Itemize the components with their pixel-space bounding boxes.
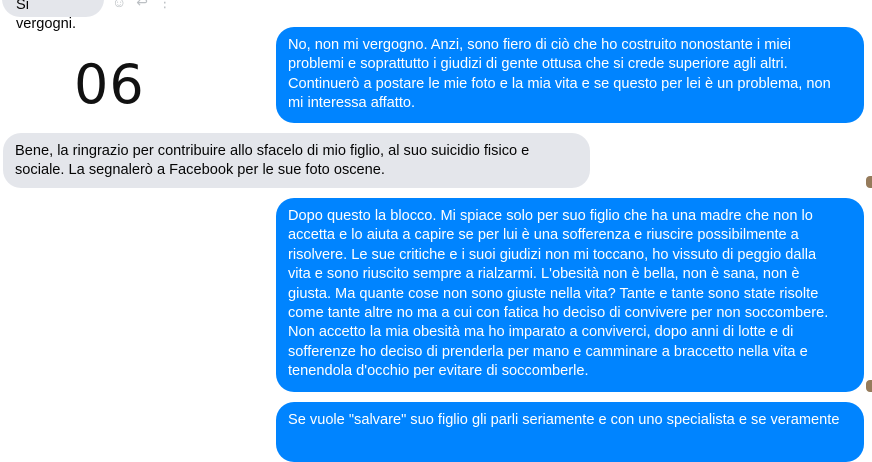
reply-arrow-icon[interactable]: ↩	[136, 0, 148, 11]
message-actions: ☺ ↩ ⋮	[112, 0, 178, 11]
message-line: Se vuole "salvare" suo figlio gli parli …	[288, 412, 840, 428]
message-line: tenendola d'occhio per evitare di soccom…	[288, 363, 589, 380]
message-line: accetta e lo aiuta a capire se per lui è…	[288, 227, 799, 244]
smiley-icon[interactable]: ☺	[112, 0, 126, 10]
outgoing-message-2[interactable]: Dopo questo la blocco. Mi spiace solo pe…	[276, 198, 864, 392]
message-line: Dopo questo la blocco. Mi spiace solo pe…	[288, 208, 813, 224]
incoming-message-2[interactable]: Bene, la ringrazio per contribuire allo …	[3, 133, 590, 188]
message-line: come tante altre no ma a cui con fatica …	[288, 305, 829, 322]
message-text: Si vergogni.	[16, 0, 77, 33]
message-line: problemi e soprattutto i giudizi di gent…	[288, 56, 788, 73]
more-dots-icon[interactable]: ⋮	[158, 0, 172, 11]
message-line: giusta. Ma quante cose non sono giuste n…	[288, 285, 819, 302]
seen-avatar-fragment	[866, 380, 872, 392]
message-line: sociale. La segnalerò a Facebook per le …	[15, 162, 385, 179]
outgoing-message-1[interactable]: No, non mi vergogno. Anzi, sono fiero di…	[276, 27, 864, 123]
message-line: mi interessa affatto.	[288, 95, 416, 112]
overlay-number: 06	[74, 53, 145, 116]
message-line: risolvere. Le sue critiche e i suoi giud…	[288, 246, 817, 263]
message-line: Non accetto la mia obesità ma ho imparat…	[288, 324, 794, 341]
incoming-message-1[interactable]: Si vergogni.	[2, 0, 104, 32]
message-line: Continuerò a postare le mie foto e la mi…	[288, 75, 831, 92]
seen-avatar-fragment	[866, 176, 872, 188]
message-line: vita e sono riuscito sempre a rialzarmi.…	[288, 266, 800, 283]
message-line: Bene, la ringrazio per contribuire allo …	[15, 143, 530, 159]
message-line: sofferenze ho deciso di prenderla per ma…	[288, 343, 808, 360]
outgoing-message-3[interactable]: Se vuole "salvare" suo figlio gli parli …	[276, 402, 864, 462]
message-line: No, non mi vergogno. Anzi, sono fiero di…	[288, 37, 791, 53]
